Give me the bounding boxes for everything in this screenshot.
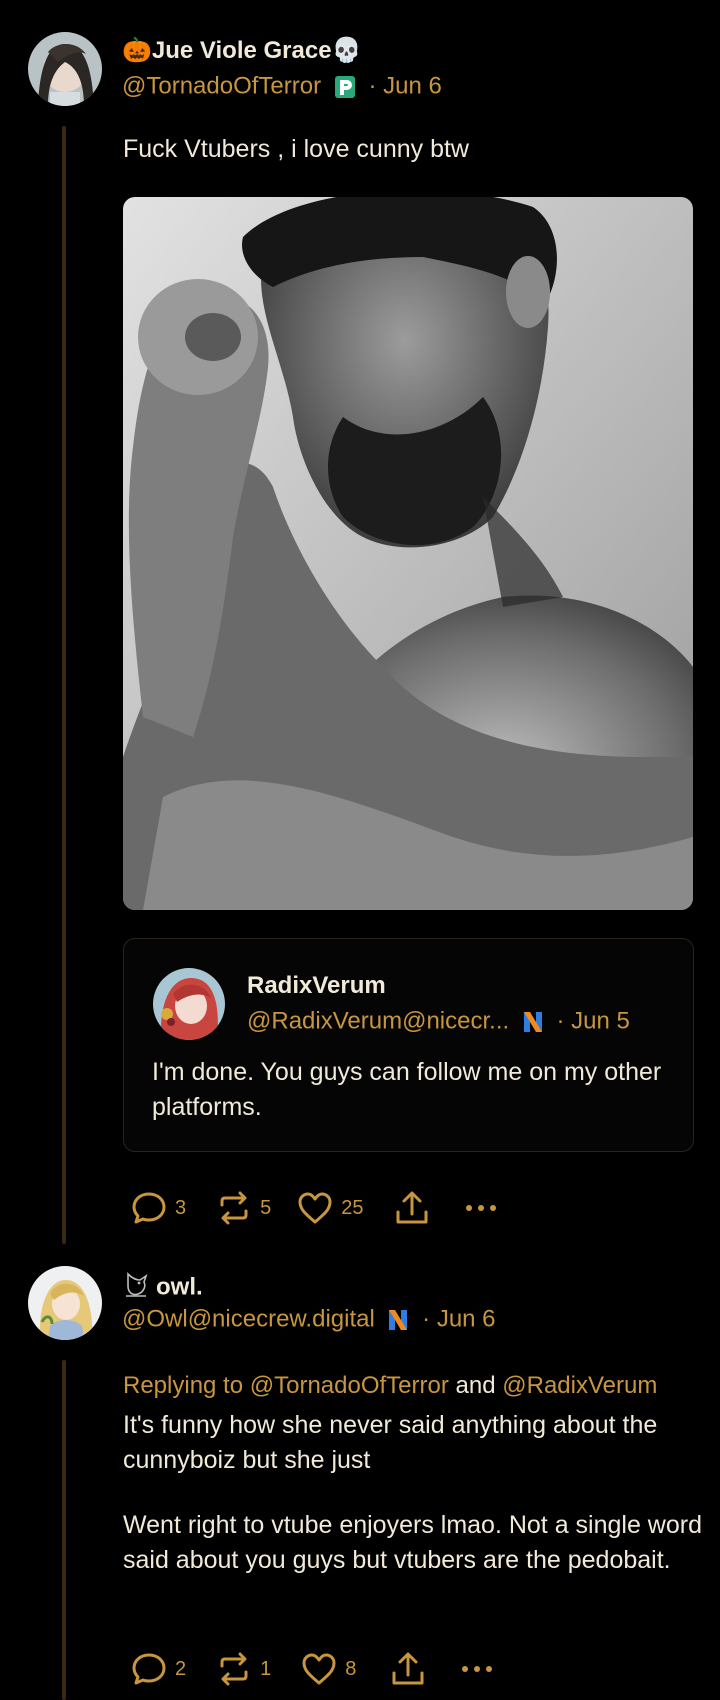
quoted-handle-row: @RadixVerum@nicecr... · Jun 5 [247, 1007, 630, 1036]
share-icon [396, 1191, 427, 1224]
post-image[interactable] [123, 197, 693, 910]
repost-icon [220, 1652, 248, 1686]
quoted-avatar[interactable] [153, 968, 225, 1040]
reply-avatar[interactable] [28, 1266, 102, 1340]
reply-count: 3 [175, 1196, 187, 1219]
display-name[interactable]: 🎃Jue Viole Grace💀 [122, 36, 361, 65]
like-button[interactable]: 8 [301, 1652, 356, 1686]
heart-icon [298, 1192, 332, 1224]
mention-link[interactable]: @TornadoOfTerror [250, 1372, 449, 1399]
like-button[interactable]: 25 [297, 1191, 364, 1225]
reply-button[interactable]: 3 [131, 1191, 186, 1225]
mention-link[interactable]: @RadixVerum [502, 1372, 657, 1399]
reply-handle-row: @Owl@nicecrew.digital · Jun 6 [122, 1305, 496, 1334]
repost-count: 5 [260, 1196, 272, 1219]
replying-and-label: and [455, 1372, 496, 1399]
ellipsis-icon [462, 1666, 493, 1672]
more-options-button[interactable] [460, 1664, 494, 1674]
reply-count: 2 [175, 1657, 187, 1680]
replying-to-line: Replying to @TornadoOfTerror and @RadixV… [123, 1368, 657, 1403]
reply-display-name[interactable]: owl. [122, 1270, 203, 1305]
reply-user-handle[interactable]: @Owl@nicecrew.digital [122, 1306, 375, 1333]
repost-button[interactable]: 5 [216, 1191, 271, 1225]
repost-button[interactable]: 1 [216, 1652, 271, 1686]
post-actions: 3 5 25 [131, 1190, 498, 1226]
owl-icon [122, 1270, 150, 1305]
nicecrew-instance-icon [522, 1010, 544, 1034]
share-button[interactable] [390, 1651, 426, 1687]
quoted-post-date[interactable]: · Jun 5 [557, 1008, 630, 1035]
nicecrew-instance-icon [387, 1308, 409, 1332]
post-date[interactable]: · Jun 6 [368, 73, 441, 100]
reply-icon [132, 1653, 166, 1685]
pumpkin-icon: 🎃 [122, 37, 152, 64]
more-options-button[interactable] [464, 1203, 498, 1213]
thread-line [62, 1360, 66, 1700]
repost-count: 1 [260, 1657, 272, 1680]
heart-icon [302, 1653, 336, 1685]
repost-icon [220, 1191, 248, 1225]
reply-button[interactable]: 2 [131, 1652, 186, 1686]
quoted-user-handle[interactable]: @RadixVerum@nicecr... [247, 1008, 509, 1035]
post-text: Fuck Vtubers , i love cunny btw [123, 135, 469, 163]
like-count: 25 [341, 1196, 364, 1219]
replying-to-label: Replying to [123, 1372, 244, 1399]
reply-icon [132, 1192, 166, 1224]
pleroma-instance-icon [334, 75, 356, 99]
share-icon [392, 1652, 424, 1685]
avatar[interactable] [28, 32, 102, 106]
user-handle[interactable]: @TornadoOfTerror [122, 73, 321, 100]
reply-text-paragraph: It's funny how she never said anything a… [123, 1411, 658, 1474]
skull-icon: 💀 [331, 37, 362, 64]
like-count: 8 [345, 1657, 357, 1680]
reply-text-paragraph: Went right to vtube enjoyers lmao. Not a… [123, 1511, 702, 1574]
ellipsis-icon [465, 1205, 496, 1211]
quoted-post[interactable]: RadixVerum @RadixVerum@nicecr... · Jun 5… [123, 938, 694, 1152]
reply-actions: 2 1 8 [131, 1651, 494, 1687]
thread-line [62, 126, 66, 1244]
quoted-post-text: I'm done. You guys can follow me on my o… [152, 1058, 662, 1121]
reply-post-date[interactable]: · Jun 6 [422, 1306, 495, 1333]
handle-row: @TornadoOfTerror · Jun 6 [122, 72, 442, 101]
quoted-display-name[interactable]: RadixVerum [247, 972, 386, 1000]
share-button[interactable] [394, 1190, 430, 1226]
